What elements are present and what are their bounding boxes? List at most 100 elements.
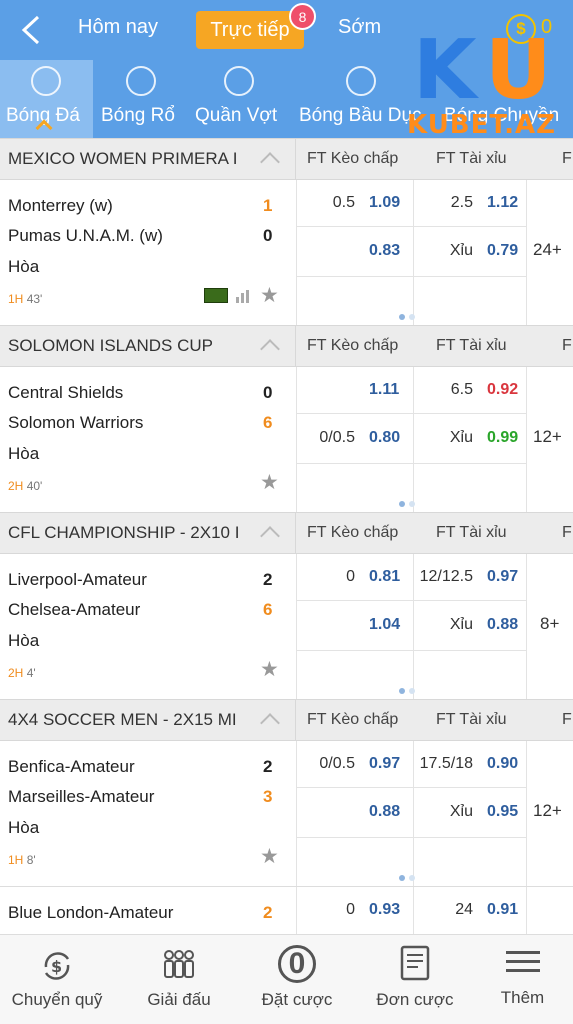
- home-team: Liverpool-Amateur: [8, 570, 147, 589]
- receipt-icon: [400, 945, 430, 981]
- favorite-star-icon[interactable]: ★: [260, 283, 279, 308]
- total-under-odds[interactable]: 0.95: [487, 803, 518, 821]
- favorite-star-icon[interactable]: ★: [260, 470, 279, 495]
- total-under-odds[interactable]: 0.99: [487, 429, 518, 447]
- nav-transfer[interactable]: $ Chuyển quỹ: [0, 935, 114, 1024]
- nav-more[interactable]: Thêm: [472, 935, 573, 1024]
- collapse-chevron-icon[interactable]: [260, 339, 280, 359]
- more-markets-count[interactable]: 24+: [533, 240, 562, 260]
- nav-label: Chuyển quỹ: [11, 990, 103, 1009]
- total-over-odds[interactable]: 0.90: [487, 755, 518, 773]
- handicap-away-odds[interactable]: 0.88: [369, 803, 400, 821]
- stats-icon[interactable]: [236, 290, 252, 303]
- match-minute: 40': [26, 479, 43, 493]
- divider: [413, 180, 414, 325]
- nav-label: Đơn cược: [376, 990, 454, 1009]
- column-more: F: [562, 150, 572, 167]
- nav-label: Giải đấu: [147, 990, 211, 1009]
- favorite-star-icon[interactable]: ★: [260, 844, 279, 869]
- handicap-away-odds[interactable]: 0.80: [369, 429, 400, 447]
- odds-grid: 0.5 1.09 0.83 2.5 1.12 Xỉu 0.79 24+: [296, 180, 573, 325]
- odds-grid: 0 0.81 1.04 12/12.5 0.97 Xỉu 0.88 8+: [296, 554, 573, 699]
- logo-subtitle: KUBET.AZ: [407, 110, 557, 140]
- column-more: F: [562, 337, 572, 354]
- handicap-home-odds[interactable]: 1.11: [369, 381, 399, 399]
- nav-label: Đặt cược: [261, 990, 333, 1009]
- total-under-odds[interactable]: 0.88: [487, 616, 518, 634]
- draw-label: Hòa: [8, 818, 40, 837]
- home-team: Monterrey (w): [8, 196, 113, 215]
- total-over-odds[interactable]: 0.97: [487, 568, 518, 586]
- sport-tab-football[interactable]: Bóng Đá: [0, 60, 93, 138]
- divider: [413, 887, 414, 935]
- column-total: FT Tài xỉu: [436, 150, 507, 167]
- handicap-away-odds[interactable]: 0.83: [369, 242, 400, 260]
- away-team: Marseilles-Amateur: [8, 787, 155, 806]
- total-over-odds[interactable]: 0.91: [487, 901, 518, 919]
- match-time: 1H 43': [8, 292, 42, 306]
- handicap-home-odds[interactable]: 0.81: [369, 568, 400, 586]
- nav-leagues[interactable]: Giải đấu: [122, 935, 236, 1024]
- column-more: F: [562, 711, 572, 728]
- total-line: 12/12.5: [419, 568, 473, 585]
- total-line: 17.5/18: [419, 755, 473, 772]
- league-header[interactable]: 4X4 SOCCER MEN - 2X15 MI FT Kèo chấp FT …: [0, 699, 573, 742]
- back-arrow-icon[interactable]: [18, 14, 46, 46]
- handicap-home-odds[interactable]: 1.09: [369, 194, 400, 212]
- handicap-away-odds[interactable]: 1.04: [369, 616, 400, 634]
- tennis-ball-icon: [224, 66, 254, 96]
- home-team: Benfica-Amateur: [8, 757, 135, 776]
- league-header[interactable]: SOLOMON ISLANDS CUP FT Kèo chấp FT Tài x…: [0, 325, 573, 368]
- under-label: Xỉu: [449, 429, 473, 446]
- divider: [295, 700, 296, 742]
- collapse-chevron-icon[interactable]: [260, 152, 280, 172]
- kubet-logo: K U KUBET.AZ: [405, 30, 573, 141]
- nav-bet-slip[interactable]: Đơn cược: [358, 935, 472, 1024]
- collapse-chevron-icon[interactable]: [260, 526, 280, 546]
- match-time: 2H 40': [8, 479, 42, 493]
- bet-count-icon: 0: [278, 945, 316, 983]
- divider: [295, 139, 296, 181]
- under-label: Xỉu: [449, 616, 473, 633]
- away-team: Chelsea-Amateur: [8, 600, 141, 619]
- odds-grid: 0 0.93 24 0.91: [296, 887, 573, 935]
- match-half: 1H: [8, 292, 24, 306]
- nav-label: Thêm: [500, 988, 545, 1007]
- handicap-home-odds[interactable]: 0.97: [369, 755, 400, 773]
- bottom-nav: $ Chuyển quỹ Giải đấu 0 Đặt cược Đơn cượ…: [0, 934, 573, 1024]
- total-over-odds[interactable]: 0.92: [487, 381, 518, 399]
- total-under-odds[interactable]: 0.79: [487, 242, 518, 260]
- more-markets-count[interactable]: 12+: [533, 801, 562, 821]
- nav-place-bet[interactable]: 0 Đặt cược: [240, 935, 354, 1024]
- divider: [526, 554, 527, 699]
- transfer-money-icon: $: [44, 952, 70, 980]
- tab-early[interactable]: Sớm: [338, 16, 381, 39]
- away-team: Solomon Warriors: [8, 413, 144, 432]
- handicap-home-odds[interactable]: 0.93: [369, 901, 400, 919]
- tab-today[interactable]: Hôm nay: [78, 16, 158, 39]
- more-markets-count[interactable]: 8+: [540, 614, 559, 634]
- tab-live[interactable]: Trực tiếp: [196, 11, 304, 49]
- league-header[interactable]: MEXICO WOMEN PRIMERA I FT Kèo chấp FT Tà…: [0, 138, 573, 181]
- column-total: FT Tài xỉu: [436, 337, 507, 354]
- more-markets-count[interactable]: 12+: [533, 427, 562, 447]
- column-handicap: FT Kèo chấp: [307, 711, 399, 728]
- away-team: Pumas U.N.A.M. (w): [8, 226, 163, 245]
- match-icons: [204, 288, 256, 304]
- collapse-chevron-icon[interactable]: [260, 713, 280, 733]
- sport-tab-tennis[interactable]: Quần Vợt: [192, 60, 287, 138]
- league-name: CFL CHAMPIONSHIP - 2X10 I: [8, 523, 240, 542]
- live-count-badge: 8: [289, 3, 316, 30]
- column-handicap: FT Kèo chấp: [307, 524, 399, 541]
- league-header[interactable]: CFL CHAMPIONSHIP - 2X10 I FT Kèo chấp FT…: [0, 512, 573, 555]
- divider: [526, 367, 527, 512]
- divider: [297, 837, 527, 838]
- under-label: Xỉu: [449, 242, 473, 259]
- under-label: Xỉu: [449, 803, 473, 820]
- odds-grid: 1.11 0/0.5 0.80 6.5 0.92 Xỉu 0.99 12+: [296, 367, 573, 512]
- live-pitch-icon[interactable]: [204, 288, 228, 303]
- sport-label: Quần Vợt: [195, 105, 278, 126]
- favorite-star-icon[interactable]: ★: [260, 657, 279, 682]
- total-over-odds[interactable]: 1.12: [487, 194, 518, 212]
- sport-tab-basketball[interactable]: Bóng Rổ: [96, 60, 186, 138]
